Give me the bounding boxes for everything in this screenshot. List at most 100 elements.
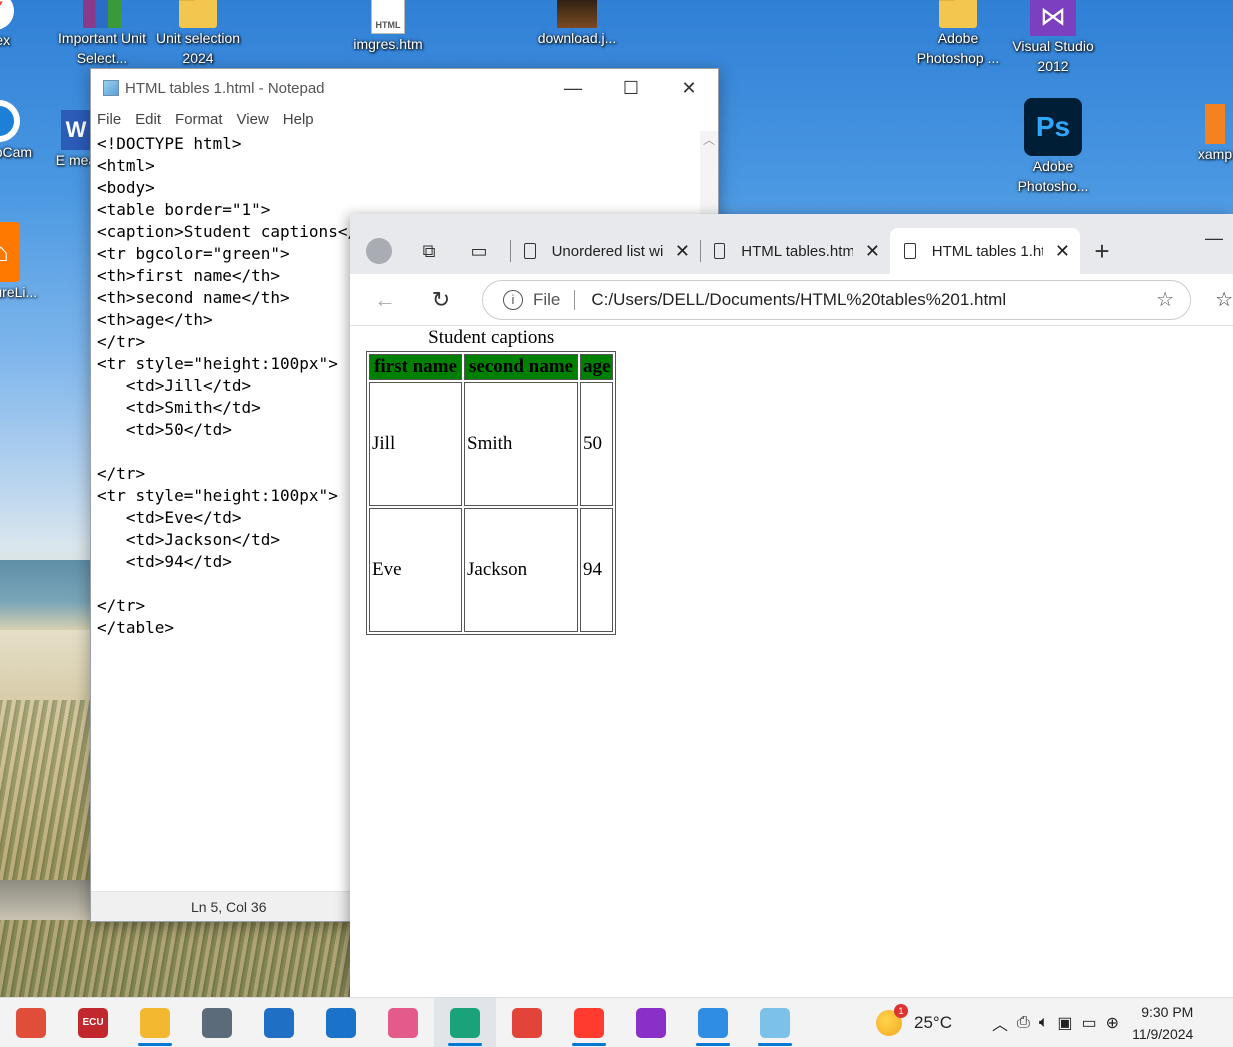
address-bar[interactable]: i File C:/Users/DELL/Documents/HTML%20ta… xyxy=(481,279,1192,320)
folder-icon xyxy=(179,0,217,28)
table-row: Jill Smith 50 xyxy=(369,382,614,506)
desktop-icon-label: download.j... xyxy=(537,30,617,46)
visual-studio-icon: ⋈ xyxy=(1030,0,1076,36)
tab-html-tables-1[interactable]: HTML tables 1.ht ✕ xyxy=(890,228,1080,274)
anime-app[interactable] xyxy=(620,998,682,1047)
collections-icon: ⧉ xyxy=(422,240,436,261)
chrome-icon xyxy=(512,1007,542,1038)
header-first-name: first name xyxy=(369,354,462,380)
desktop-icon-label: vast ureLi... xyxy=(0,284,38,300)
desktop-icon-xampp[interactable]: xamp xyxy=(1185,104,1233,164)
weather-sun-icon: 1 xyxy=(876,1003,908,1036)
notepad-menubar: File Edit Format View Help xyxy=(91,107,718,131)
code-line: <html> xyxy=(97,156,155,175)
maximize-button[interactable]: ☐ xyxy=(602,69,660,107)
mail-app[interactable] xyxy=(248,998,310,1047)
globe-icon[interactable]: ⊕ xyxy=(1106,1013,1119,1033)
desktop-icon-avast[interactable]: ⌂ vast ureLi... xyxy=(0,222,46,302)
info-icon[interactable]: i xyxy=(502,289,523,310)
notepad-icon xyxy=(760,1007,790,1038)
display-icon[interactable]: ▣ xyxy=(1057,1013,1072,1033)
favorites-icon[interactable]: ☆ xyxy=(1215,287,1233,312)
settings-app[interactable] xyxy=(0,998,62,1047)
close-tab-icon[interactable]: ✕ xyxy=(1055,241,1070,262)
meet-now-icon[interactable]: ⎙ xyxy=(1017,1014,1030,1032)
mail-icon xyxy=(264,1007,294,1038)
menu-view[interactable]: View xyxy=(237,111,269,128)
favorite-star-icon[interactable]: ☆ xyxy=(1156,287,1174,312)
clock[interactable]: 9:30 PM 11/9/2024 xyxy=(1132,1001,1193,1045)
chrome-app[interactable] xyxy=(496,998,558,1047)
desktop-icon-label: imgres.htm xyxy=(353,36,423,52)
browser-window[interactable]: ⧉ ▭ Unordered list wi ✕ HTML tables.html… xyxy=(350,214,1233,997)
desktop-icon-visual-studio[interactable]: ⋈ Visual Studio 2012 xyxy=(1008,0,1098,76)
desktop-icon-download[interactable]: download.j... xyxy=(532,0,622,48)
profile-button[interactable] xyxy=(360,228,398,274)
desktop-icon-yandex[interactable]: Y ndex xyxy=(0,0,40,50)
winrar-icon xyxy=(83,0,121,28)
file-explorer-app[interactable] xyxy=(124,998,186,1047)
collections-button[interactable]: ⧉ xyxy=(410,228,448,274)
azure-app[interactable] xyxy=(310,998,372,1047)
vertical-tabs-icon: ▭ xyxy=(470,240,488,261)
menu-format[interactable]: Format xyxy=(175,111,223,128)
system-tray: ︿ ⎙ 🔈︎ ▣ ▭ ⊕ xyxy=(992,1011,1128,1035)
desktop-icon-photoshop[interactable]: Ps Adobe Photosho... xyxy=(1008,98,1098,196)
cell-age: 50 xyxy=(580,382,614,506)
desktop-icon-label: ndex xyxy=(0,32,11,48)
notepad-titlebar[interactable]: HTML tables 1.html - Notepad — ☐ ✕ xyxy=(91,69,718,107)
desktop-icon-important-unit[interactable]: Important Unit Select... xyxy=(57,0,147,68)
refresh-button[interactable]: ↻ xyxy=(426,287,456,313)
notepad-app[interactable] xyxy=(744,998,806,1047)
photos-app[interactable] xyxy=(682,998,744,1047)
photoshop-icon: Ps xyxy=(1024,98,1082,156)
table-caption: Student captions xyxy=(428,327,555,348)
volume-icon[interactable]: 🔈︎ xyxy=(1039,1014,1049,1032)
image-file-icon xyxy=(557,0,597,28)
table-row: Eve Jackson 94 xyxy=(369,508,614,632)
edge-app[interactable] xyxy=(434,997,496,1047)
tab-label: Unordered list wi xyxy=(551,242,663,260)
notepad-title: HTML tables 1.html - Notepad xyxy=(125,79,325,97)
weather-temp: 25°C xyxy=(914,1012,952,1032)
browser-minimize-button[interactable]: — xyxy=(1205,228,1223,249)
tab-unordered-list[interactable]: Unordered list wi ✕ xyxy=(510,228,700,274)
desktop-icon-label: xamp xyxy=(1197,146,1233,162)
chevron-up-icon[interactable]: ︿ xyxy=(992,1011,1008,1035)
close-tab-icon[interactable]: ✕ xyxy=(865,241,880,262)
back-button[interactable]: ← xyxy=(370,287,400,313)
anime-icon xyxy=(636,1007,666,1038)
close-button[interactable]: ✕ xyxy=(660,69,718,107)
tab-actions-button[interactable]: ▭ xyxy=(460,228,498,274)
tab-label: HTML tables.html xyxy=(741,242,853,260)
desktop-icon-imgres[interactable]: HTML imgres.htm xyxy=(343,0,433,54)
desktop-icon-unit-selection[interactable]: Unit selection 2024 xyxy=(153,0,243,68)
weather-widget[interactable]: 1 25°C xyxy=(876,1003,952,1036)
battery-icon[interactable]: ▭ xyxy=(1082,1013,1097,1033)
avast-icon: ⌂ xyxy=(0,222,20,282)
desktop-icon-webcam[interactable]: lock bCam xyxy=(0,100,44,162)
new-tab-button[interactable]: + xyxy=(1080,228,1124,274)
address-scheme: File xyxy=(532,289,561,309)
cell-age: 94 xyxy=(580,508,614,632)
menu-help[interactable]: Help xyxy=(283,111,314,128)
address-url[interactable]: C:/Users/DELL/Documents/HTML%20tables%20… xyxy=(591,290,1156,310)
xampp-icon xyxy=(1205,104,1225,144)
taskbar: ECU 1 25°C ︿ ⎙ 🔈︎ ▣ ▭ ⊕ 9:30 PM 11/9/202… xyxy=(0,997,1233,1047)
page-icon xyxy=(714,243,726,259)
page-icon xyxy=(524,243,536,259)
calculator-app[interactable] xyxy=(186,998,248,1047)
yandex-icon: Y xyxy=(0,0,14,30)
menu-file[interactable]: File xyxy=(97,111,121,128)
desktop-icon-adobe-photoshop-folder[interactable]: Adobe Photoshop ... xyxy=(913,0,1003,68)
paint-app[interactable] xyxy=(372,998,434,1047)
scroll-up-icon[interactable]: ︿ xyxy=(700,131,718,149)
ecu-website-app[interactable]: ECU xyxy=(62,998,124,1047)
menu-edit[interactable]: Edit xyxy=(135,111,161,128)
azure-icon xyxy=(326,1007,356,1038)
close-tab-icon[interactable]: ✕ xyxy=(675,241,690,262)
minimize-button[interactable]: — xyxy=(544,69,602,107)
edge-icon xyxy=(450,1007,480,1038)
tab-html-tables[interactable]: HTML tables.html ✕ xyxy=(700,228,890,274)
yandex-app[interactable] xyxy=(558,998,620,1047)
